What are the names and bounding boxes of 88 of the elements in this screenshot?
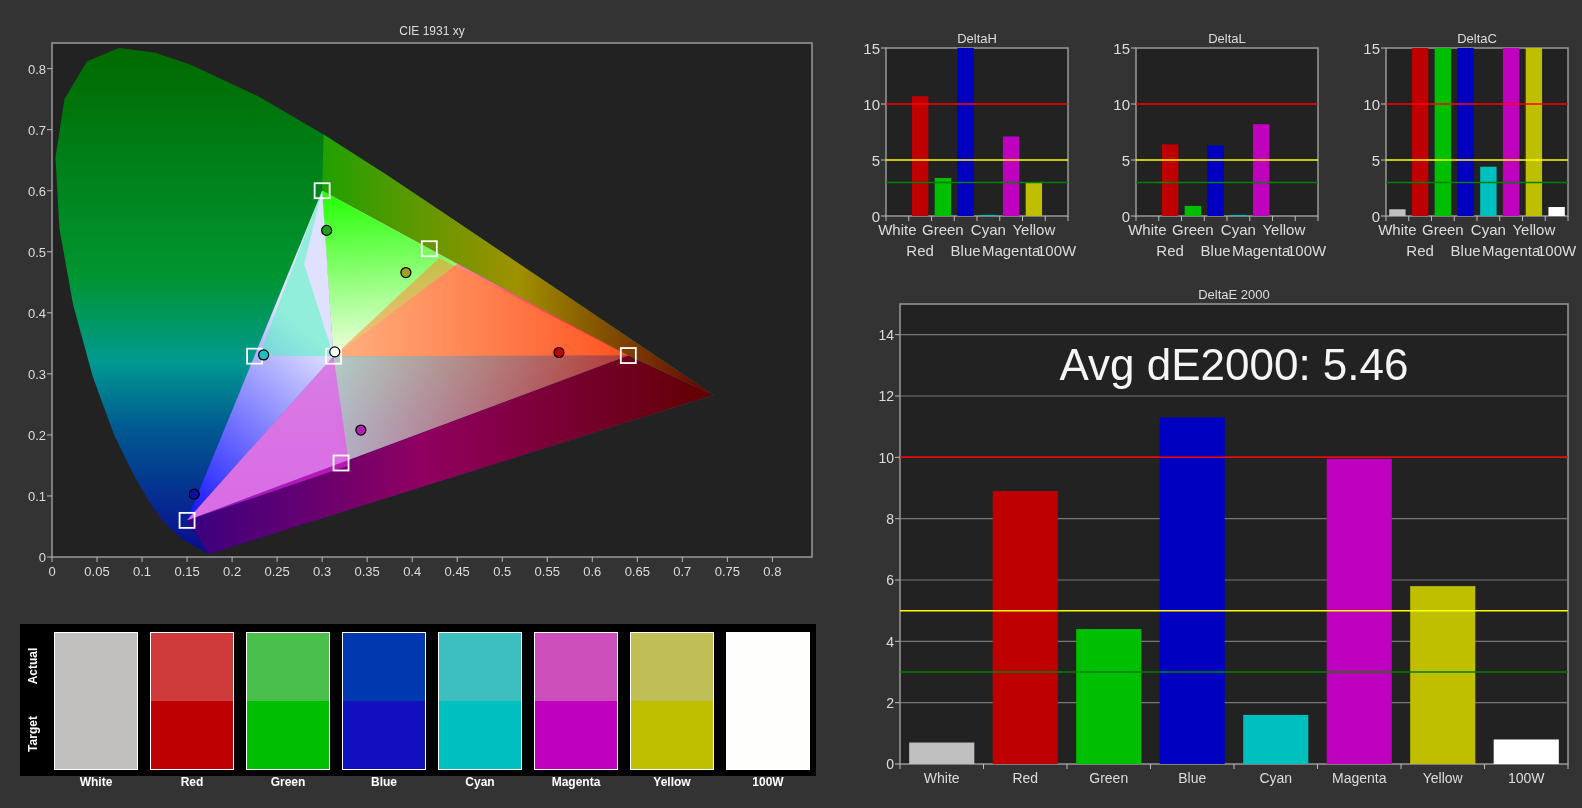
category-label: Cyan (1259, 770, 1293, 786)
swatch-label: Yellow (653, 774, 691, 791)
axis-tick-label: 0.4 (403, 564, 422, 579)
category-label: Red (1406, 242, 1434, 259)
axis-tick-label: 0.3 (27, 366, 46, 382)
axis-tick-label: 0.7 (673, 564, 692, 579)
swatch-label: 100W (752, 774, 784, 791)
axis-tick-label: 0.5 (27, 244, 46, 260)
axis-tick-label: 0.8 (763, 564, 782, 579)
axis-tick-label: 0 (38, 550, 46, 565)
category-label: White (923, 770, 960, 786)
axis-tick-label: 2 (886, 695, 894, 712)
axis-tick-label: 0.7 (27, 122, 46, 138)
average-label: Avg dE2000: 5.46 (1059, 340, 1409, 389)
category-label: Blue (1200, 242, 1231, 259)
swatch-label: Cyan (465, 774, 495, 791)
chart-title: DeltaE 2000 (1198, 287, 1270, 302)
category-label: Magenta (1332, 770, 1387, 786)
swatch-label: Red (180, 774, 204, 791)
chart-title: CIE 1931 xy (399, 24, 465, 38)
axis-tick-label: 0.15 (174, 564, 200, 579)
category-label: Red (1012, 770, 1039, 786)
axis-tick-label: 0.4 (27, 305, 46, 321)
axis-tick-label: 0.25 (264, 564, 290, 579)
category-label: Blue (950, 242, 981, 259)
axis-tick-label: 15 (863, 39, 880, 57)
category-label: Green (1089, 770, 1129, 786)
axis-tick-label: 0.6 (27, 183, 46, 199)
axis-tick-label: 0 (1121, 207, 1130, 225)
row-label: Target (25, 716, 41, 752)
category-label: Green (1422, 221, 1464, 238)
category-label: Cyan (1470, 221, 1506, 238)
axis-tick-label: 10 (1113, 95, 1130, 113)
category-label: Cyan (970, 221, 1006, 238)
axis-tick-label: 0 (1371, 207, 1380, 225)
axis-tick-label: 15 (1113, 39, 1130, 57)
axis-tick-label: 5 (871, 151, 880, 169)
chart-title: DeltaL (1208, 31, 1246, 46)
category-label: 100W (1507, 770, 1545, 786)
chart-title: DeltaC (1457, 31, 1497, 46)
category-label: Yellow (1262, 221, 1306, 238)
axis-tick-label: 0 (48, 564, 56, 579)
category-label: Yellow (1012, 221, 1056, 238)
axis-tick-label: 0 (871, 207, 880, 225)
axis-tick-label: 0 (886, 756, 894, 773)
row-label: Actual (25, 647, 41, 685)
chart-title: DeltaH (957, 31, 997, 46)
category-label: White (878, 221, 917, 238)
axis-tick-label: 0.55 (534, 564, 560, 579)
axis-tick-label: 0.1 (27, 488, 46, 504)
axis-tick-label: 12 (878, 388, 894, 405)
axis-tick-label: 5 (1121, 151, 1130, 169)
category-label: Blue (1450, 242, 1481, 259)
swatch-label: Blue (371, 774, 397, 791)
category-label: Green (1172, 221, 1214, 238)
swatch-label: Magenta (551, 774, 601, 791)
axis-tick-label: 15 (1363, 39, 1380, 57)
axis-tick-label: 0.65 (624, 564, 650, 579)
swatch-label: White (79, 774, 113, 791)
axis-tick-label: 0.2 (27, 427, 46, 443)
category-label: White (1378, 221, 1417, 238)
category-label: Green (922, 221, 964, 238)
axis-tick-label: 10 (878, 449, 894, 466)
category-label: Blue (1178, 770, 1207, 786)
axis-tick-label: 10 (863, 95, 880, 113)
axis-tick-label: 0.3 (313, 564, 332, 579)
axis-tick-label: 4 (886, 633, 894, 650)
axis-tick-label: 0.75 (714, 564, 740, 579)
axis-tick-label: 0.5 (493, 564, 512, 579)
category-label: Cyan (1220, 221, 1256, 238)
axis-tick-label: 0.2 (223, 564, 242, 579)
category-label: Yellow (1512, 221, 1556, 238)
axis-tick-label: 0.1 (133, 564, 152, 579)
axis-tick-label: 8 (886, 511, 894, 528)
axis-tick-label: 0.05 (84, 564, 110, 579)
axis-tick-label: 0.35 (354, 564, 380, 579)
axis-tick-label: 14 (878, 327, 894, 344)
category-label: Red (1156, 242, 1184, 259)
category-label: Yellow (1422, 770, 1463, 786)
swatch-label: Green (270, 774, 306, 791)
axis-tick-label: 10 (1363, 95, 1380, 113)
axis-tick-label: 5 (1371, 151, 1380, 169)
category-label: Red (906, 242, 934, 259)
axis-tick-label: 0.6 (583, 564, 602, 579)
category-label: White (1128, 221, 1167, 238)
axis-tick-label: 0.8 (27, 61, 46, 77)
axis-tick-label: 6 (886, 572, 894, 589)
axis-tick-label: 0.45 (444, 564, 470, 579)
